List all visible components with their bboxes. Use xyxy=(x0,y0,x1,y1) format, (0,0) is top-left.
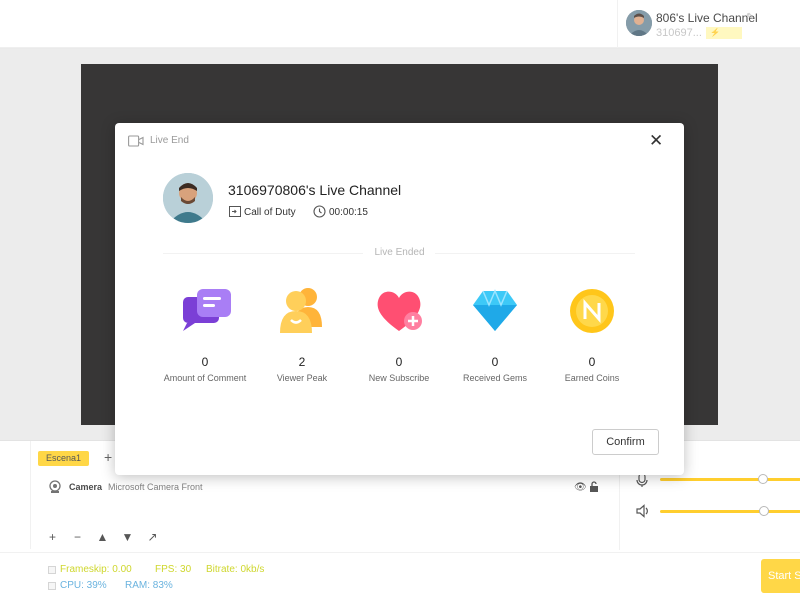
channel-title: 3106970806's Live Channel xyxy=(228,182,402,198)
stat-viewer-peak: 2 Viewer Peak xyxy=(252,283,352,383)
live-end-dialog: Live End ✕ 3106970806's Live Channel Cal… xyxy=(115,123,684,475)
dialog-title: Live End xyxy=(150,135,189,146)
coin-icon xyxy=(570,289,614,333)
stat-value: 0 xyxy=(491,355,499,369)
clock-icon xyxy=(313,205,326,218)
stat-value: 2 xyxy=(298,355,306,369)
gem-icon xyxy=(473,289,517,331)
gamepad-icon xyxy=(229,206,241,217)
stat-received-gems: 0 Received Gems xyxy=(445,283,545,383)
stat-label: Received Gems xyxy=(462,373,528,383)
comment-icon xyxy=(183,289,231,331)
heart-plus-icon xyxy=(377,291,422,331)
viewer-icon xyxy=(280,288,322,333)
close-icon[interactable]: ✕ xyxy=(649,131,663,151)
stat-label: Amount of Comment xyxy=(163,373,247,383)
video-icon xyxy=(128,135,144,147)
stat-value: 0 xyxy=(395,355,403,369)
stat-new-subscribe: 0 New Subscribe xyxy=(349,283,449,383)
stat-value: 0 xyxy=(588,355,596,369)
stat-label: Viewer Peak xyxy=(276,373,328,383)
confirm-button[interactable]: Confirm xyxy=(592,429,659,455)
stat-value: 0 xyxy=(201,355,209,369)
stat-comments: 0 Amount of Comment xyxy=(155,283,255,383)
stream-duration: 00:00:15 xyxy=(329,207,368,218)
live-ended-label: Live Ended xyxy=(374,247,425,258)
stat-label: New Subscribe xyxy=(368,373,430,383)
game-name: Call of Duty xyxy=(244,207,296,218)
avatar xyxy=(163,173,213,223)
stat-earned-coins: 0 Earned Coins xyxy=(542,283,642,383)
stat-label: Earned Coins xyxy=(564,373,620,383)
